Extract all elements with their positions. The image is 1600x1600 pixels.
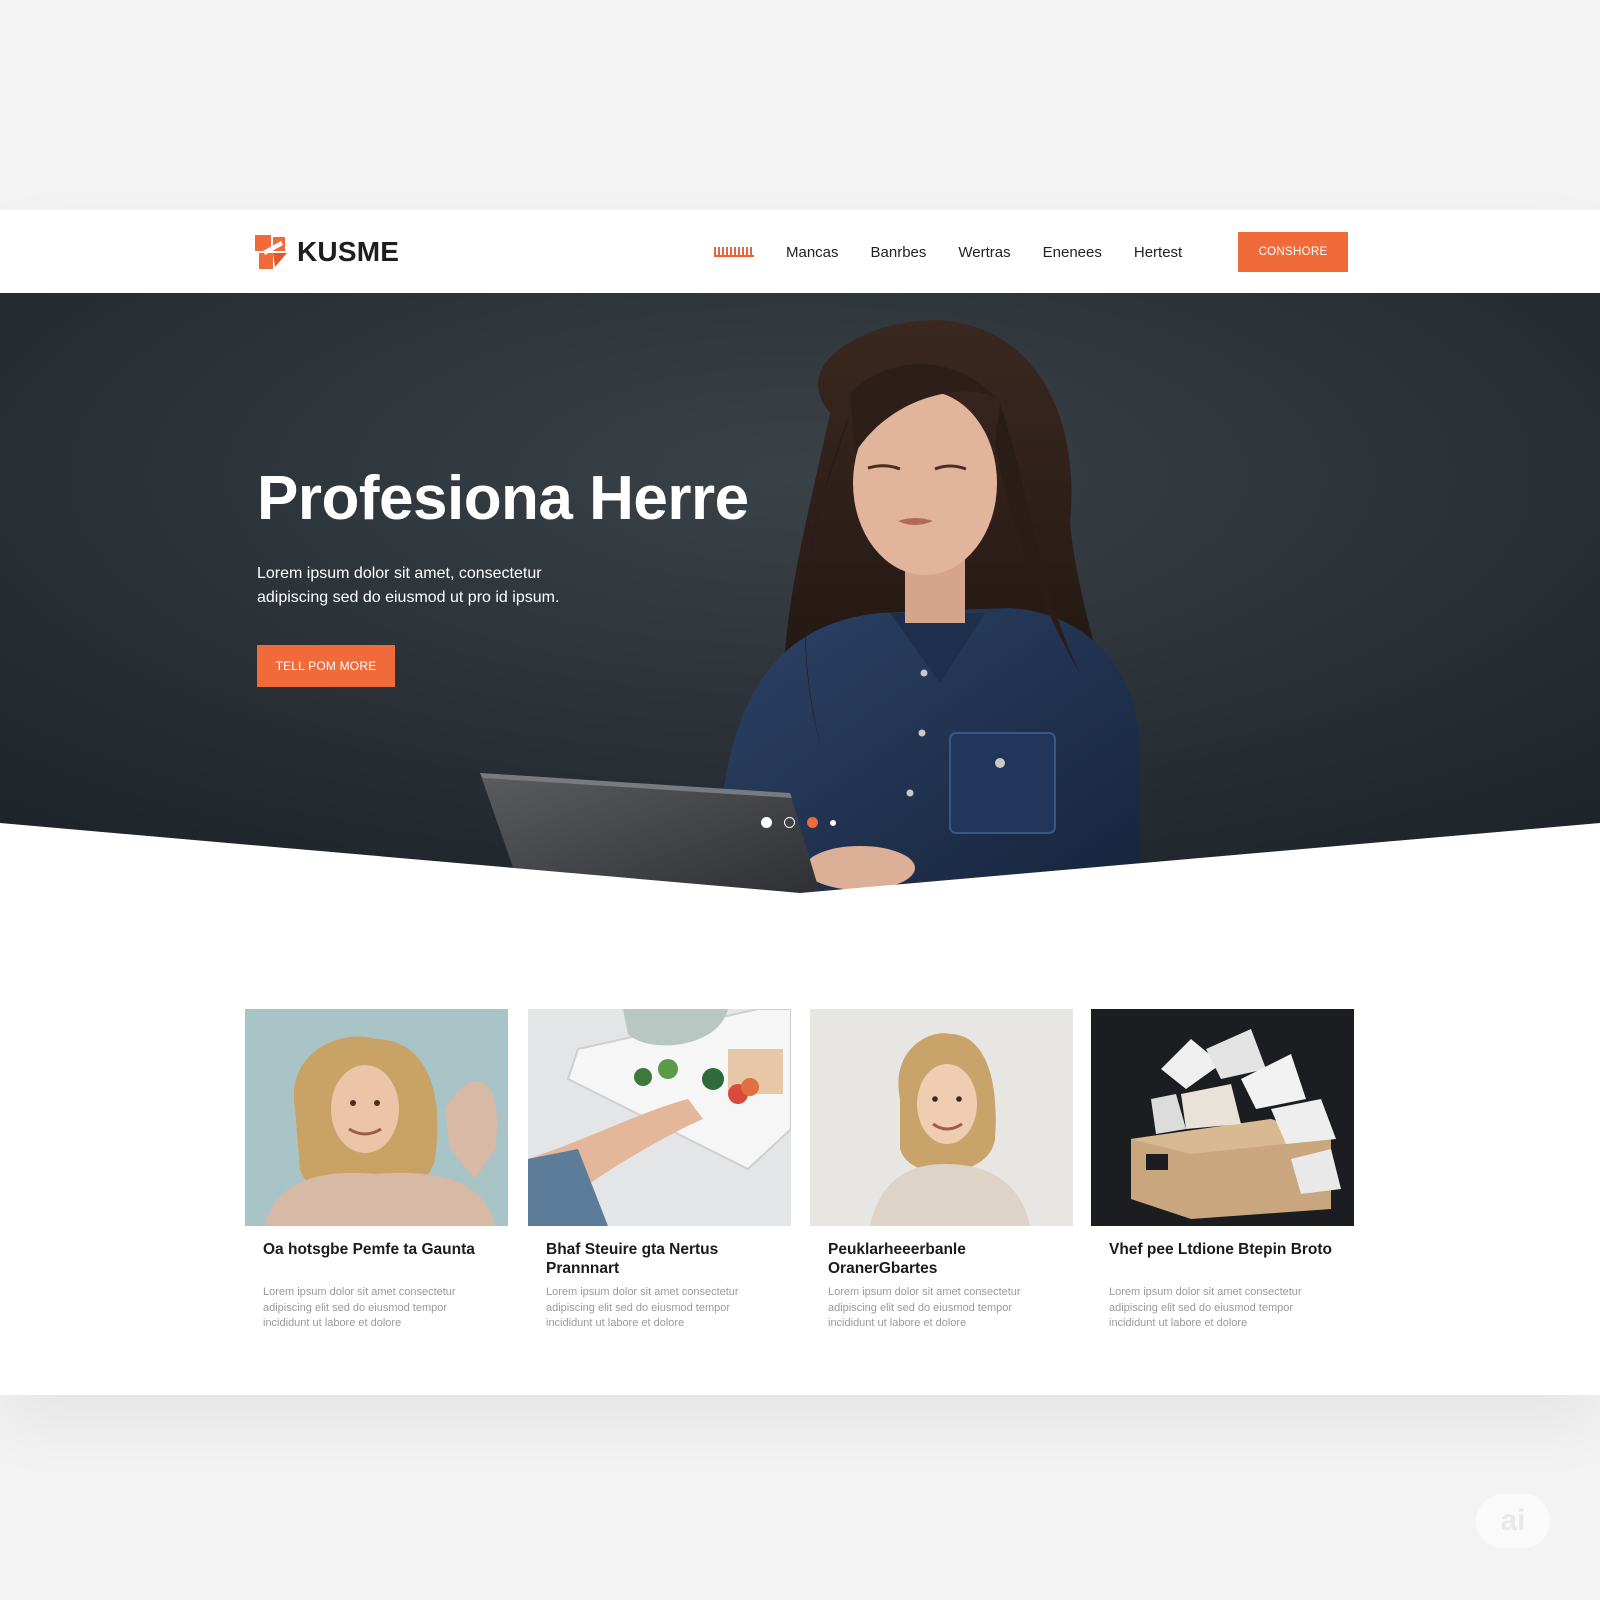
nav-cta-button[interactable]: CONSHORE (1238, 232, 1348, 272)
card-body-2: Lorem ipsum dolor sit amet consectetur a… (546, 1286, 739, 1329)
paper-gift-box-photo (1091, 1009, 1354, 1226)
hero-background-image (0, 293, 1600, 903)
website-page: KUSME Mancas Banrbes Wertras Enenees Her… (0, 210, 1600, 1395)
card-image-3 (810, 1009, 1073, 1226)
main-nav: Mancas Banrbes Wertras Enenees Hertest (714, 238, 1214, 266)
feature-card-2[interactable]: Bhaf Steuire gta Nertus Prannnart Lorem … (528, 1009, 791, 1354)
card-title-4: Vhef pee Ltdione Btepin Broto (1109, 1241, 1333, 1258)
card-image-1 (245, 1009, 508, 1226)
card-title-1: Oa hotsgbe Pemfe ta Gaunta (263, 1241, 475, 1258)
carousel-dot-3-active[interactable] (807, 817, 818, 828)
card-body-1: Lorem ipsum dolor sit amet consectetur a… (263, 1286, 456, 1329)
hero-title: Profesiona Herre (257, 464, 749, 533)
nav-item-2[interactable]: Banrbes (871, 244, 927, 261)
nav-item-3[interactable]: Wertras (958, 244, 1010, 261)
card-title-3: Peuklarheeerbanle OranerGbartes (828, 1241, 966, 1277)
carousel-dot-2[interactable] (784, 817, 795, 828)
nav-item-home-indicator[interactable] (714, 247, 754, 257)
feature-card-1[interactable]: Oa hotsgbe Pemfe ta Gaunta Lorem ipsum d… (245, 1009, 508, 1354)
feature-cards: Oa hotsgbe Pemfe ta Gaunta Lorem ipsum d… (245, 1009, 1355, 1354)
top-navbar: KUSME Mancas Banrbes Wertras Enenees Her… (0, 210, 1600, 293)
card-image-4 (1091, 1009, 1354, 1226)
carousel-dot-1[interactable] (761, 817, 772, 828)
smiling-woman-portrait (810, 1009, 1073, 1226)
hero-subtitle: Lorem ipsum dolor sit amet, consectetur … (257, 565, 560, 606)
hand-on-tablet-photo (528, 1009, 791, 1226)
carousel-dots (761, 817, 836, 828)
ai-watermark: ai (1476, 1494, 1550, 1548)
nav-item-5[interactable]: Hertest (1134, 244, 1182, 261)
carousel-dot-4[interactable] (830, 819, 836, 826)
card-image-2 (528, 1009, 791, 1226)
brand-name: KUSME (297, 236, 400, 267)
card-title-2: Bhaf Steuire gta Nertus Prannnart (546, 1241, 719, 1277)
card-body-3: Lorem ipsum dolor sit amet consectetur a… (828, 1286, 1021, 1329)
brand-logo[interactable]: KUSME (253, 232, 399, 272)
curly-haired-woman-photo (245, 1009, 508, 1226)
feature-card-3[interactable]: Peuklarheeerbanle OranerGbartes Lorem ip… (810, 1009, 1073, 1354)
feature-card-4[interactable]: Vhef pee Ltdione Btepin Broto Lorem ipsu… (1091, 1009, 1354, 1354)
card-body-4: Lorem ipsum dolor sit amet consectetur a… (1109, 1286, 1302, 1329)
hero-section: Profesiona Herre Lorem ipsum dolor sit a… (0, 293, 1600, 903)
hero-cta-button[interactable]: TELL POM MORE (257, 645, 395, 687)
nav-item-1[interactable]: Mancas (786, 244, 839, 261)
nav-item-4[interactable]: Enenees (1043, 244, 1102, 261)
logo-icon (253, 233, 291, 271)
